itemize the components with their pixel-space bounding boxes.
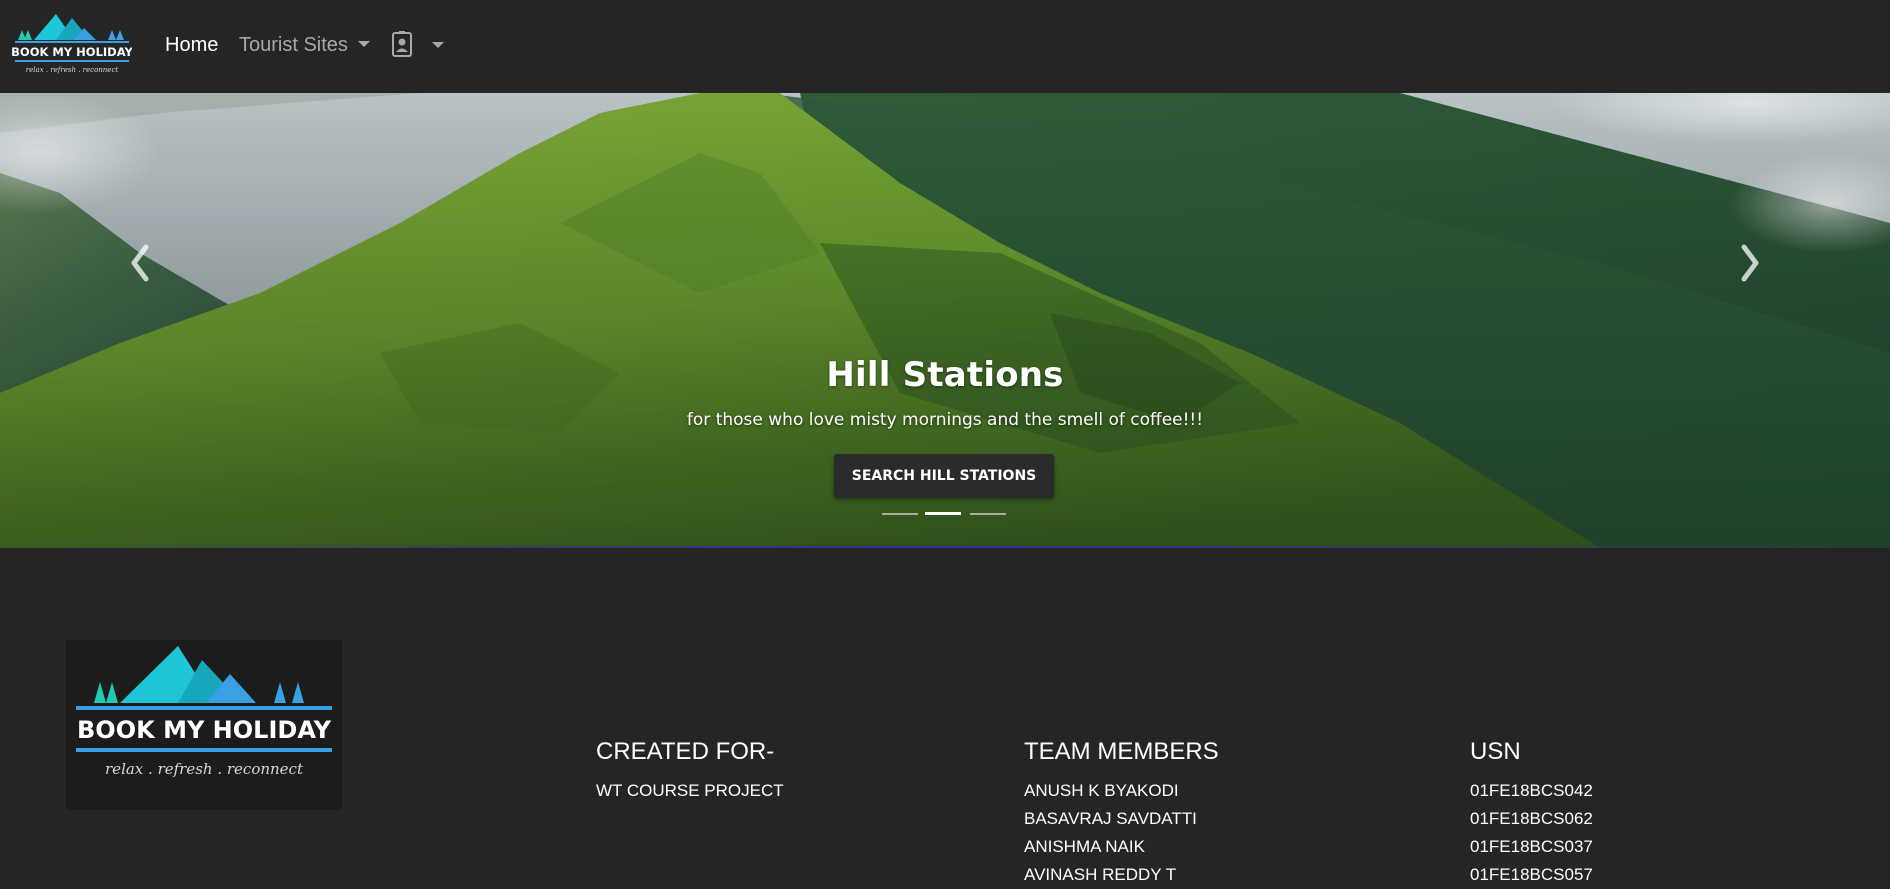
usn-value: 01FE18BCS042 [1470,781,1593,800]
nav-tourist-sites-label: Tourist Sites [239,34,348,56]
usn-value: 01FE18BCS037 [1470,837,1593,856]
footer-logo-image: BOOK MY HOLIDAY relax . refresh . reconn… [76,646,332,778]
team-member: ANUSH K BYAKODI [1024,781,1179,800]
brand-logo[interactable]: BOOK MY HOLIDAY relax . refresh . reconn… [11,8,134,80]
caret-down-icon [357,41,370,48]
carousel-prev-button[interactable] [110,233,170,293]
navbar: BOOK MY HOLIDAY relax . refresh . reconn… [0,0,1890,93]
person-badge-icon [392,31,412,57]
created-for-text: WT COURSE PROJECT [596,781,784,800]
hero-carousel: Hill Stations for those who love misty m… [0,93,1890,548]
nav-tourist-sites-dropdown[interactable]: Tourist Sites [239,32,370,58]
carousel-indicator-3[interactable] [970,513,1006,515]
svg-text:BOOK MY HOLIDAY: BOOK MY HOLIDAY [77,716,332,744]
carousel-caption-title: Hill Stations [826,355,1064,395]
carousel-indicator-1[interactable] [882,513,918,515]
team-member: AVINASH REDDY T [1024,865,1177,884]
created-for-heading: CREATED FOR- [596,738,775,765]
carousel-caption-subtitle: for those who love misty mornings and th… [686,410,1204,430]
carousel-indicator-2[interactable] [925,512,961,515]
chevron-left-icon [131,244,149,282]
team-members-heading: TEAM MEMBERS [1024,738,1219,765]
carousel-bottom-divider [0,546,1890,548]
svg-text:BOOK MY HOLIDAY: BOOK MY HOLIDAY [12,45,132,59]
footer-created-for: CREATED FOR- WT COURSE PROJECT [596,737,784,805]
caret-down-icon [432,42,444,48]
carousel-next-button[interactable] [1720,233,1780,293]
footer-usn: USN 01FE18BCS042 01FE18BCS062 01FE18BCS0… [1470,737,1593,889]
svg-text:relax . refresh . reconnect: relax . refresh . reconnect [26,66,119,74]
search-hill-stations-button[interactable]: SEARCH HILL STATIONS [834,454,1054,498]
usn-heading: USN [1470,738,1521,765]
nav-profile-dropdown[interactable] [392,30,450,60]
team-member: ANISHMA NAIK [1024,837,1145,856]
team-member: BASAVRAJ SAVDATTI [1024,809,1197,828]
footer-logo: BOOK MY HOLIDAY relax . refresh . reconn… [66,640,342,810]
chevron-right-icon [1741,244,1759,282]
nav-home[interactable]: Home [165,32,218,58]
usn-value: 01FE18BCS062 [1470,809,1593,828]
svg-text:relax . refresh . reconnect: relax . refresh . reconnect [105,760,304,778]
usn-value: 01FE18BCS057 [1470,865,1593,884]
brand-logo-image: BOOK MY HOLIDAY relax . refresh . reconn… [11,14,134,74]
footer-team-members: TEAM MEMBERS ANUSH K BYAKODI BASAVRAJ SA… [1024,737,1219,889]
